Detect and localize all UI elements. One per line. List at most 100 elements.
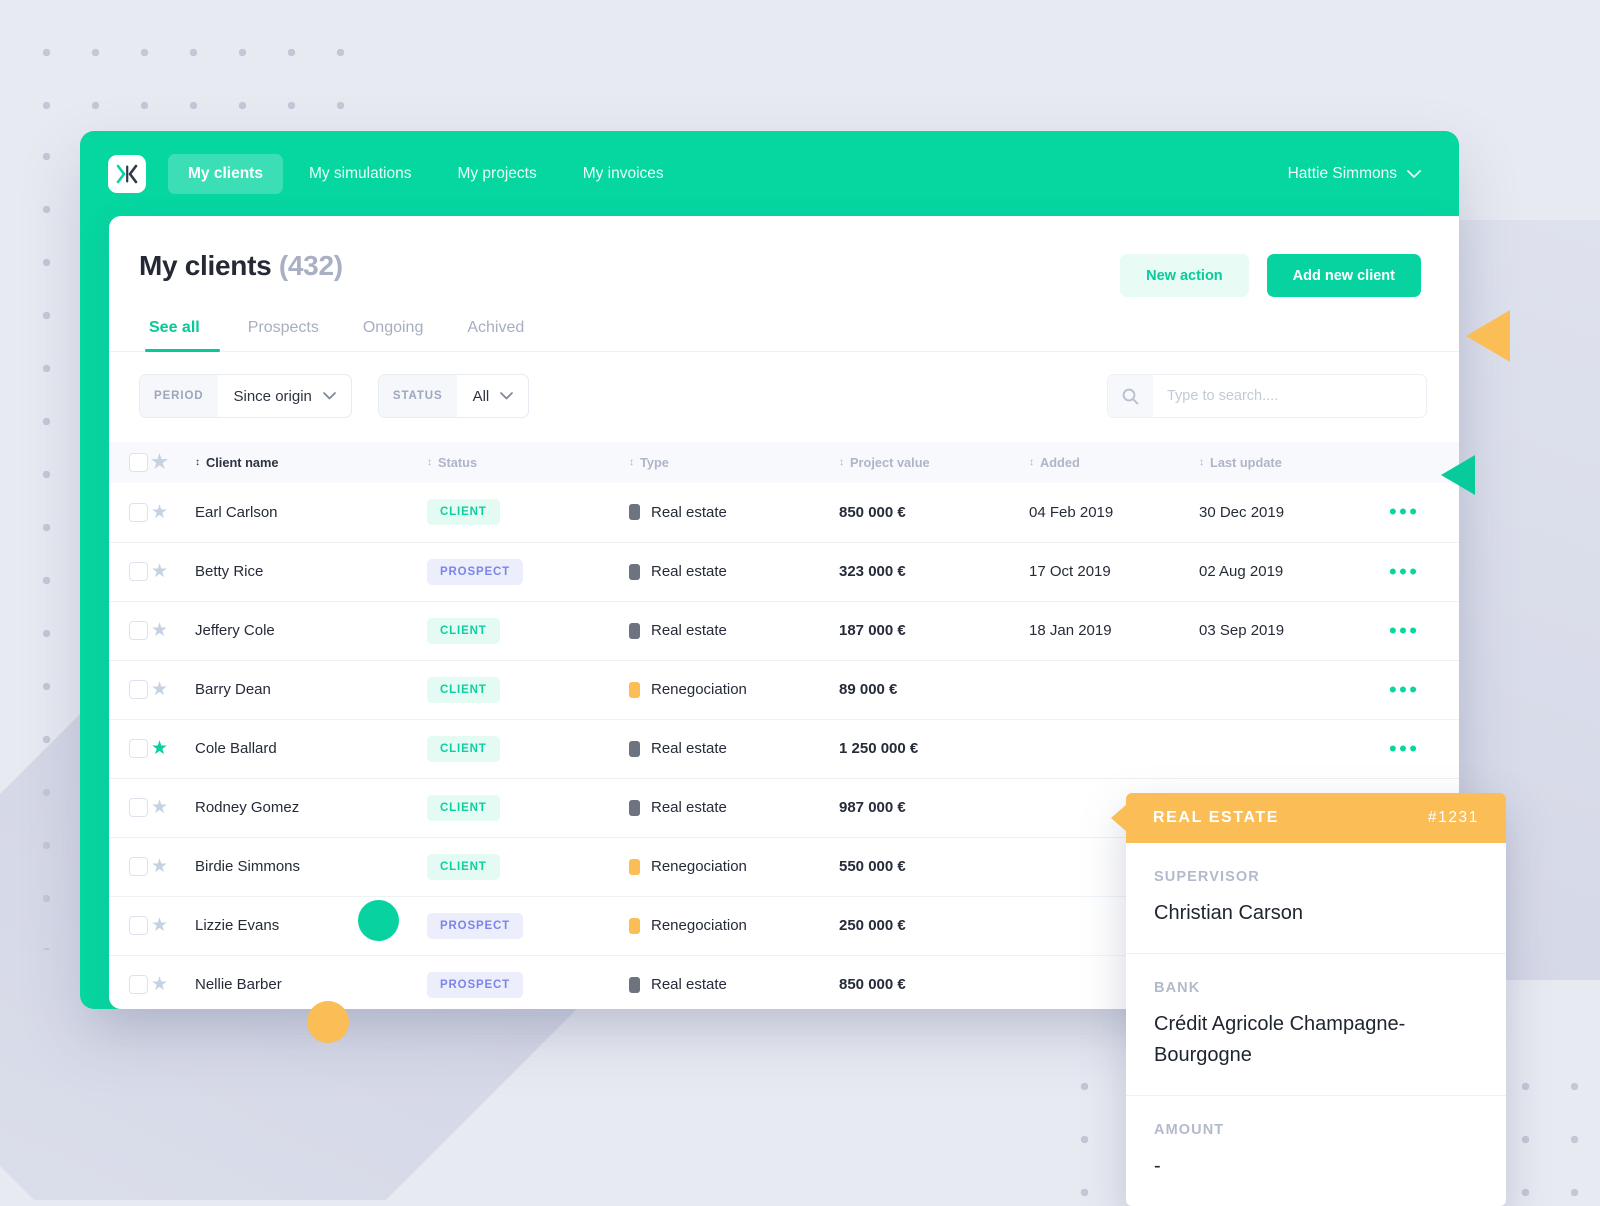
decorative-triangle-green [1441, 455, 1475, 495]
row-added-date: 17 Oct 2019 [1029, 542, 1199, 601]
row-type-cell: Renegociation [629, 896, 839, 955]
header-status[interactable]: ↕ Status [427, 442, 629, 483]
nav-link-my-simulations[interactable]: My simulations [289, 154, 432, 194]
star-icon[interactable]: ★ [151, 502, 168, 523]
type-color-indicator [629, 918, 640, 934]
row-status-cell: CLIENT [427, 778, 629, 837]
row-last-update-date [1199, 660, 1389, 719]
row-actions-menu[interactable]: ••• [1389, 618, 1419, 643]
sort-icon: ↕ [839, 458, 844, 468]
row-select-cell [109, 483, 151, 542]
user-menu[interactable]: Hattie Simmons [1288, 165, 1431, 183]
table-row[interactable]: ★Jeffery ColeCLIENTReal estate187 000 €1… [109, 601, 1459, 660]
tab-prospects[interactable]: Prospects [226, 319, 341, 351]
row-checkbox[interactable] [129, 503, 148, 522]
search-box[interactable] [1107, 374, 1427, 418]
row-actions-menu[interactable]: ••• [1389, 677, 1419, 702]
star-icon[interactable]: ★ [151, 797, 168, 818]
add-new-client-button[interactable]: Add new client [1267, 254, 1421, 297]
row-type-cell: Real estate [629, 719, 839, 778]
row-favorite-cell: ★ [151, 896, 195, 955]
search-input[interactable] [1153, 375, 1426, 417]
row-checkbox[interactable] [129, 916, 148, 935]
header-favorite: ★ [151, 442, 195, 483]
star-icon[interactable]: ★ [151, 620, 168, 641]
row-client-name[interactable]: Cole Ballard [195, 719, 427, 778]
row-checkbox[interactable] [129, 621, 148, 640]
row-status-cell: PROSPECT [427, 896, 629, 955]
row-actions-menu[interactable]: ••• [1389, 736, 1419, 761]
star-icon[interactable]: ★ [151, 561, 168, 582]
header-client-name[interactable]: ↕ Client name [195, 442, 427, 483]
dot-grid-top-left [22, 26, 352, 138]
popup-bank-label: BANK [1154, 980, 1478, 996]
star-icon[interactable]: ★ [151, 915, 168, 936]
row-last-update-date [1199, 719, 1389, 778]
popup-supervisor-value: Christian Carson [1154, 898, 1478, 929]
select-all-checkbox[interactable] [129, 453, 148, 472]
row-actions-menu[interactable]: ••• [1389, 499, 1419, 524]
star-icon[interactable]: ★ [151, 974, 168, 995]
row-checkbox[interactable] [129, 739, 148, 758]
tab-ongoing[interactable]: Ongoing [341, 319, 446, 351]
row-client-name[interactable]: Barry Dean [195, 660, 427, 719]
tab-see-all[interactable]: See all [139, 319, 226, 351]
popup-section-supervisor: SUPERVISOR Christian Carson [1126, 843, 1506, 954]
period-filter[interactable]: PERIOD Since origin [139, 374, 352, 418]
row-client-name[interactable]: Earl Carlson [195, 483, 427, 542]
header-type-label: Type [640, 455, 669, 470]
nav-link-my-projects[interactable]: My projects [437, 154, 556, 194]
table-row[interactable]: ★Betty RicePROSPECTReal estate323 000 €1… [109, 542, 1459, 601]
row-checkbox[interactable] [129, 857, 148, 876]
type-color-indicator [629, 741, 640, 757]
row-actions-menu[interactable]: ••• [1389, 559, 1419, 584]
app-logo-icon[interactable] [108, 155, 146, 193]
row-select-cell [109, 719, 151, 778]
nav-link-my-invoices[interactable]: My invoices [563, 154, 684, 194]
row-favorite-cell: ★ [151, 601, 195, 660]
row-type-label: Real estate [651, 563, 727, 580]
row-checkbox[interactable] [129, 680, 148, 699]
header-project-value[interactable]: ↕ Project value [839, 442, 1029, 483]
row-select-cell [109, 778, 151, 837]
nav-links: My clients My simulations My projects My… [168, 154, 684, 194]
status-badge: CLIENT [427, 677, 500, 703]
row-client-name[interactable]: Nellie Barber [195, 955, 427, 1009]
status-filter[interactable]: STATUS All [378, 374, 529, 418]
star-icon[interactable]: ★ [151, 738, 168, 759]
star-icon[interactable]: ★ [151, 679, 168, 700]
popup-amount-label: AMOUNT [1154, 1122, 1478, 1138]
header-type[interactable]: ↕ Type [629, 442, 839, 483]
nav-link-my-clients[interactable]: My clients [168, 154, 283, 194]
type-color-indicator [629, 859, 640, 875]
row-client-name[interactable]: Birdie Simmons [195, 837, 427, 896]
tab-achived[interactable]: Achived [445, 319, 546, 351]
header-last-update[interactable]: ↕ Last update [1199, 442, 1389, 483]
user-menu-label: Hattie Simmons [1288, 165, 1397, 183]
star-icon[interactable]: ★ [151, 856, 168, 877]
row-type-label: Real estate [651, 504, 727, 521]
popup-project-type: REAL ESTATE [1153, 809, 1279, 827]
row-checkbox[interactable] [129, 975, 148, 994]
row-client-name[interactable]: Jeffery Cole [195, 601, 427, 660]
row-type-cell: Renegociation [629, 660, 839, 719]
status-badge: CLIENT [427, 854, 500, 880]
table-row[interactable]: ★Earl CarlsonCLIENTReal estate850 000 €0… [109, 483, 1459, 542]
type-color-indicator [629, 800, 640, 816]
header-last-update-label: Last update [1210, 455, 1282, 470]
status-badge: CLIENT [427, 795, 500, 821]
row-client-name[interactable]: Rodney Gomez [195, 778, 427, 837]
row-client-name[interactable]: Betty Rice [195, 542, 427, 601]
period-filter-value-wrap: Since origin [218, 375, 351, 417]
header-added[interactable]: ↕ Added [1029, 442, 1199, 483]
chevron-down-icon [500, 392, 513, 400]
table-row[interactable]: ★Cole BallardCLIENTReal estate1 250 000 … [109, 719, 1459, 778]
row-checkbox[interactable] [129, 562, 148, 581]
table-row[interactable]: ★Barry DeanCLIENTRenegociation89 000 €••… [109, 660, 1459, 719]
new-action-button[interactable]: New action [1120, 254, 1249, 297]
row-type-label: Real estate [651, 740, 727, 757]
row-checkbox[interactable] [129, 798, 148, 817]
row-status-cell: CLIENT [427, 601, 629, 660]
header-select-all[interactable] [109, 442, 151, 483]
row-favorite-cell: ★ [151, 837, 195, 896]
